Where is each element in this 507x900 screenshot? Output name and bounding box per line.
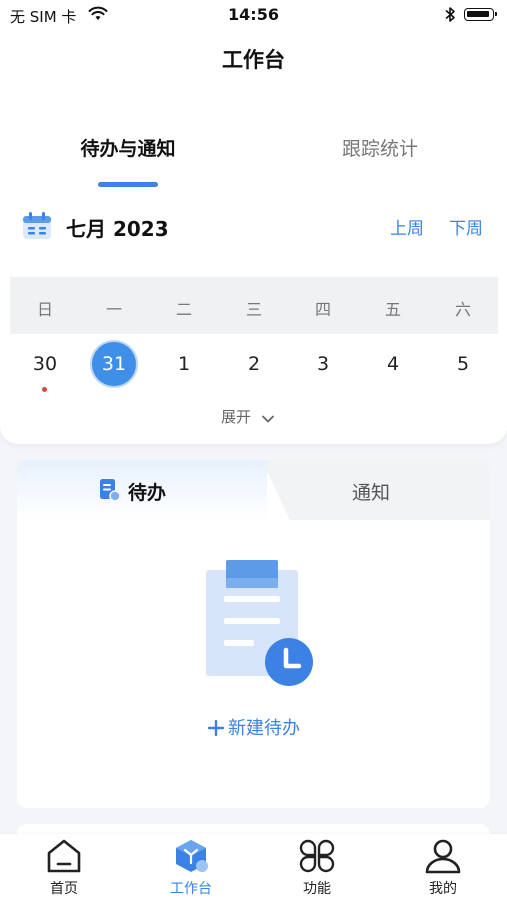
next-week-button[interactable]: 下周 <box>449 214 483 239</box>
expand-label: 展开 <box>221 408 252 426</box>
expand-button[interactable]: 展开 <box>221 406 274 427</box>
nav-workbench[interactable]: 工作台 <box>146 834 236 900</box>
chevron-down-icon <box>261 409 274 427</box>
prev-week-button[interactable]: 上周 <box>390 214 424 239</box>
segment-notice[interactable]: 通知 <box>352 478 390 505</box>
day-cell[interactable]: 5 <box>428 352 498 376</box>
bluetooth-icon <box>444 6 456 27</box>
weekday-label: 二 <box>175 300 192 319</box>
tab-indicator <box>98 182 158 187</box>
weekday-label: 一 <box>105 300 122 319</box>
weekday-label: 六 <box>454 300 471 319</box>
calendar-icon <box>22 212 52 240</box>
empty-todo-illustration <box>200 556 320 690</box>
nav-profile-label: 我的 <box>429 881 457 897</box>
tab-todo-notice[interactable]: 待办与通知 <box>28 134 228 161</box>
day-cell[interactable]: 2 <box>219 352 289 376</box>
clock: 14:56 <box>228 5 279 24</box>
workbench-icon <box>176 840 208 872</box>
new-todo-label: 新建待办 <box>228 718 300 739</box>
weekday-label: 日 <box>36 300 53 319</box>
day-cell[interactable]: 3 <box>288 352 358 376</box>
profile-icon <box>425 839 461 874</box>
nav-profile[interactable]: 我的 <box>398 834 488 900</box>
nav-workbench-label: 工作台 <box>170 881 212 897</box>
home-icon <box>47 839 81 873</box>
new-todo-button[interactable]: 新建待办 <box>207 714 300 741</box>
tab-tracking-stats[interactable]: 跟踪统计 <box>280 134 480 161</box>
page-title: 工作台 <box>222 48 285 72</box>
nav-functions-label: 功能 <box>303 881 331 897</box>
nav-home-label: 首页 <box>50 881 78 897</box>
nav-home[interactable]: 首页 <box>19 834 109 900</box>
segment-todo[interactable]: 待办 <box>128 478 166 505</box>
status-bar: 无 SIM 卡 14:56 <box>0 0 507 30</box>
plus-icon <box>207 719 225 741</box>
day-cell-selected[interactable]: 31 <box>79 352 149 376</box>
day-cell[interactable]: 30 <box>10 352 80 376</box>
functions-icon <box>299 839 335 873</box>
battery-icon <box>464 8 497 21</box>
todo-list-icon <box>99 478 121 506</box>
weekday-label: 三 <box>245 300 262 319</box>
event-dot <box>42 387 47 392</box>
month-label: 七月 2023 <box>66 217 169 241</box>
day-cell[interactable]: 4 <box>358 352 428 376</box>
weekday-label: 四 <box>314 300 331 319</box>
weekday-label: 五 <box>384 300 401 319</box>
nav-functions[interactable]: 功能 <box>272 834 362 900</box>
day-cell[interactable]: 1 <box>149 352 219 376</box>
